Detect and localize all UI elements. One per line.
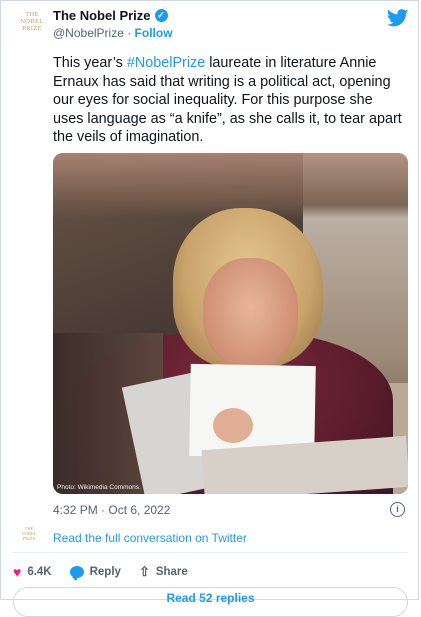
tweet-card: THE NOBEL PRIZE The Nobel Prize ✓ @Nobel…: [0, 0, 419, 617]
twitter-bird-icon[interactable]: [387, 9, 409, 27]
divider: [13, 552, 408, 553]
read-conversation-link[interactable]: Read the full conversation on Twitter: [53, 531, 247, 545]
reply-button[interactable]: Reply: [69, 566, 121, 581]
tweet-timestamp[interactable]: 4:32 PM · Oct 6, 2022: [53, 503, 170, 517]
reply-label: Reply: [89, 566, 121, 578]
logo-line: PRIZE: [22, 536, 36, 541]
read-replies-button[interactable]: Read 52 replies: [13, 587, 408, 617]
hashtag-link[interactable]: #NobelPrize: [127, 55, 205, 71]
photo-credit: Photo: Wikimedia Commons.: [57, 484, 141, 491]
separator: ·: [123, 26, 135, 40]
share-icon: ⇧: [138, 564, 150, 579]
action-bar: ♥ 6.4K Reply ⇧ Share: [13, 564, 206, 581]
verified-badge-icon: ✓: [154, 9, 168, 22]
author-handle[interactable]: @NobelPrize: [53, 26, 124, 40]
logo-line: THE: [25, 11, 39, 18]
tweet-photo[interactable]: Photo: Wikimedia Commons.: [53, 153, 408, 494]
heart-icon: ♥: [13, 564, 22, 580]
display-name[interactable]: The Nobel Prize: [53, 8, 151, 23]
info-icon[interactable]: i: [390, 502, 405, 517]
share-button[interactable]: ⇧ Share: [139, 564, 188, 580]
nobel-prize-small-logo: THE NOBEL PRIZE: [20, 526, 38, 541]
nobel-prize-logo[interactable]: THE NOBEL PRIZE: [19, 11, 45, 37]
like-button[interactable]: ♥ 6.4K: [13, 564, 52, 580]
tweet-text: This year’s #NobelPrize laureate in lite…: [53, 54, 403, 147]
reply-bubble-icon: [69, 566, 84, 581]
follow-button[interactable]: Follow: [135, 26, 173, 40]
tweet-text-start: This year’s: [53, 55, 127, 71]
author-name-row: The Nobel Prize ✓: [53, 8, 168, 23]
logo-line: NOBEL: [20, 18, 44, 25]
share-label: Share: [155, 566, 188, 578]
logo-line: PRIZE: [22, 25, 42, 32]
like-count: 6.4K: [27, 566, 52, 578]
photo-face: [203, 258, 298, 368]
photo-hand: [213, 408, 253, 443]
handle-row: @NobelPrize · Follow: [53, 26, 173, 40]
